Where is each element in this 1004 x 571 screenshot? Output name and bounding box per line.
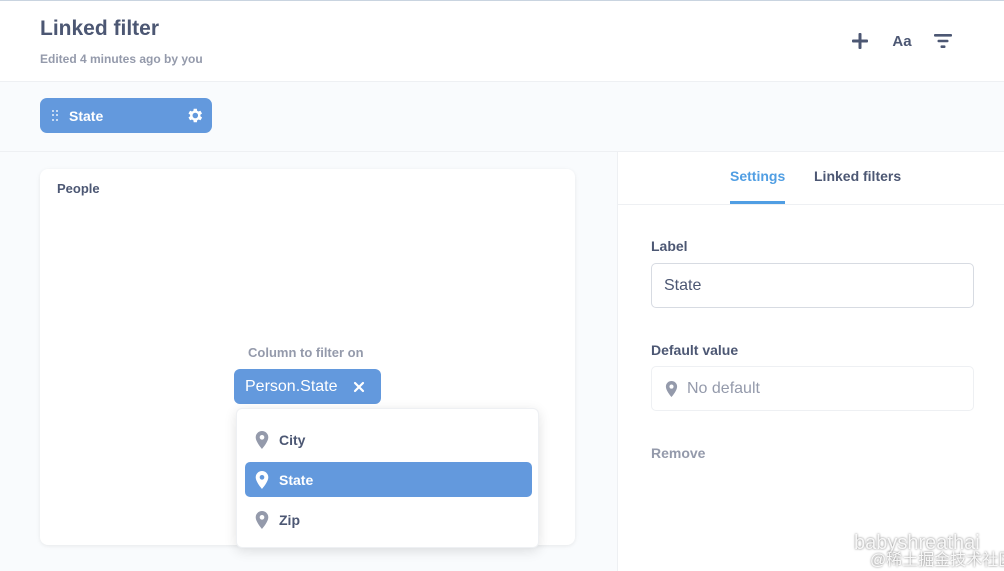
default-value-label: Default value: [651, 342, 739, 358]
filter-bar: State: [0, 82, 1004, 152]
drag-handle-icon[interactable]: [52, 109, 58, 122]
filter-icon[interactable]: [931, 29, 955, 53]
dropdown-item-label: Zip: [279, 511, 300, 528]
dropdown-item-label: City: [279, 431, 306, 448]
label-input[interactable]: [651, 263, 974, 308]
column-dropdown: City State Zip: [236, 408, 539, 548]
label-field-label: Label: [651, 238, 688, 254]
dropdown-item-label: State: [279, 471, 314, 488]
default-value-text: No default: [687, 379, 760, 397]
add-icon[interactable]: [848, 29, 872, 53]
filter-chip-label: State: [69, 107, 104, 124]
tab-linked-filters[interactable]: Linked filters: [814, 168, 901, 201]
tab-settings[interactable]: Settings: [730, 168, 786, 204]
gear-icon[interactable]: [185, 106, 204, 125]
location-pin-icon: [255, 430, 269, 449]
close-icon[interactable]: [353, 380, 365, 394]
page-title[interactable]: Linked filter: [40, 17, 159, 41]
dropdown-item-city[interactable]: City: [245, 422, 532, 457]
default-value-field[interactable]: No default: [651, 366, 974, 411]
watermark: babyshreathai @稀土掘金技术社区: [782, 530, 1004, 571]
column-to-filter-label: Column to filter on: [248, 345, 364, 360]
dropdown-item-zip[interactable]: Zip: [245, 502, 532, 537]
state-filter-chip[interactable]: State: [40, 98, 212, 133]
location-pin-icon: [665, 380, 678, 397]
location-pin-icon: [255, 470, 269, 489]
location-pin-icon: [255, 510, 269, 529]
sidebar-tabs: Settings Linked filters: [618, 152, 1004, 205]
weibo-logo-icon: [783, 541, 811, 562]
selected-column-label: Person.State: [245, 377, 338, 395]
edit-info[interactable]: Edited 4 minutes ago by you: [40, 52, 203, 66]
watermark-source: @稀土掘金技术社区: [870, 552, 1004, 569]
filter-settings-sidebar: Settings Linked filters Label Default va…: [617, 152, 1004, 571]
remove-button[interactable]: Remove: [651, 445, 705, 461]
column-select-chip[interactable]: Person.State: [234, 369, 381, 404]
dropdown-item-state[interactable]: State: [245, 462, 532, 497]
text-format-icon[interactable]: Aa: [889, 29, 915, 53]
card-title: People: [57, 181, 100, 196]
header: Linked filter Edited 4 minutes ago by yo…: [0, 0, 1004, 82]
